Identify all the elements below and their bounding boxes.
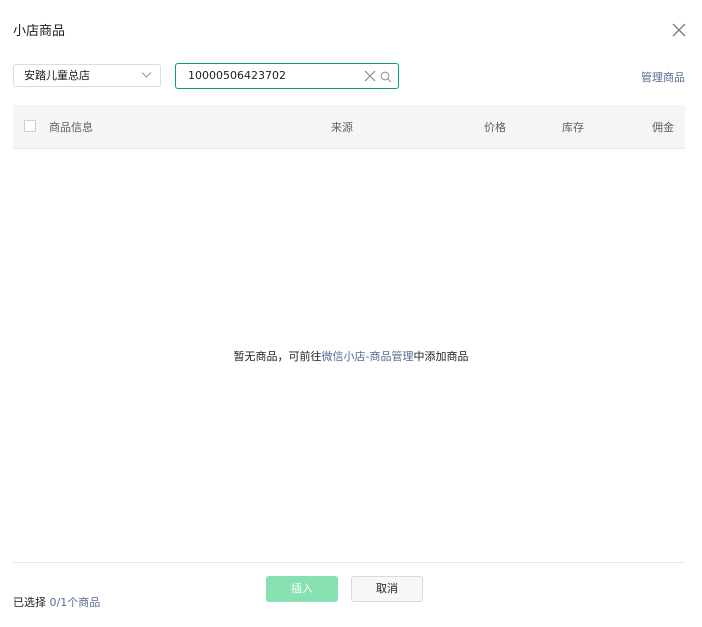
selection-count: 0/1个商品 [49,596,101,609]
search-input[interactable]: 10000506423702 [175,63,399,89]
table-header: 商品信息 来源 价格 库存 佣金 [13,105,685,149]
footer-divider [13,562,685,563]
store-select[interactable]: 安踏儿童总店 [13,64,161,87]
close-icon[interactable] [670,21,688,39]
selection-prefix: 已选择 [13,596,46,609]
clear-icon[interactable] [364,70,376,82]
column-header-product-info: 商品信息 [49,121,93,134]
cancel-button[interactable]: 取消 [351,576,423,602]
select-all-checkbox[interactable] [24,120,36,132]
column-header-stock: 库存 [562,121,584,134]
column-header-price: 价格 [484,121,506,134]
dialog-title: 小店商品 [13,24,66,39]
product-management-link[interactable]: 微信小店-商品管理 [322,350,414,363]
insert-button[interactable]: 插入 [266,576,338,602]
empty-state-prefix: 暂无商品，可前往 [233,350,322,363]
empty-state-suffix: 中添加商品 [413,350,469,363]
column-header-commission: 佣金 [652,121,674,134]
search-input-value: 10000506423702 [188,69,286,82]
store-select-value: 安踏儿童总店 [24,69,90,82]
empty-state-message: 暂无商品，可前往微信小店-商品管理中添加商品 [0,348,702,364]
chevron-down-icon [141,72,152,78]
column-header-source: 来源 [331,121,353,134]
manage-products-link[interactable]: 管理商品 [641,69,685,85]
search-icon[interactable] [380,71,392,83]
selection-summary: 已选择 0/1个商品 [13,594,100,610]
